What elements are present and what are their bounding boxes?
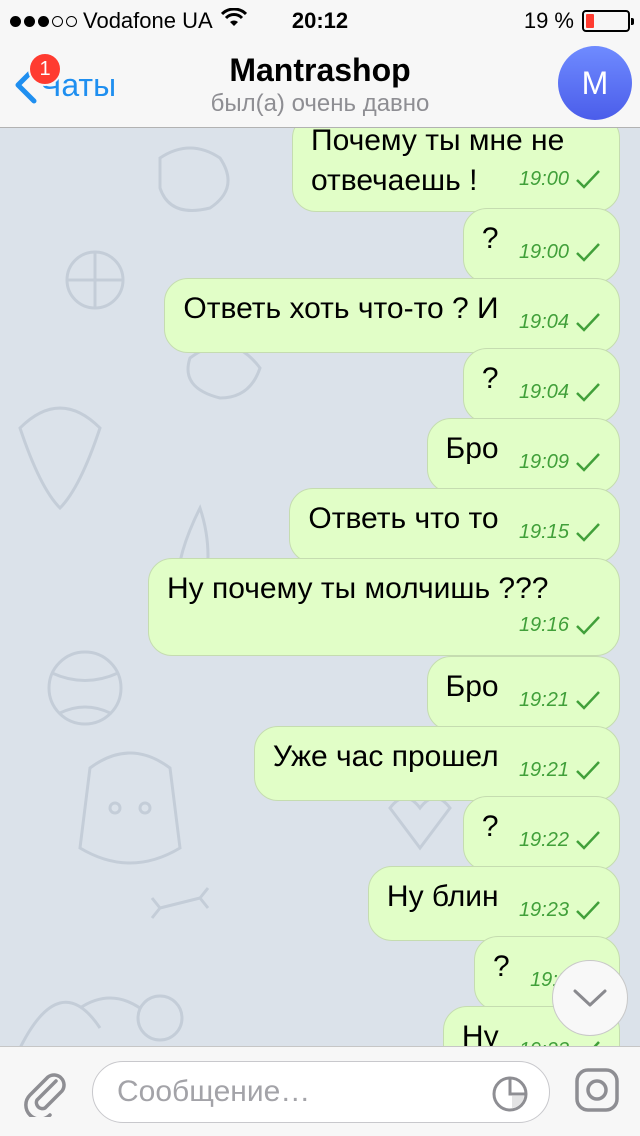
checkmark-icon [576,761,600,780]
message-bubble[interactable]: Бро 19:09 [426,418,620,493]
message-field[interactable] [92,1061,550,1123]
message-bubble[interactable]: Ответь хоть что-то ? И 19:04 [164,278,620,353]
message-text: Ответь что то [308,502,499,535]
message-meta: 19:00 [519,159,601,199]
message-text: ? [481,810,499,843]
message-meta: 19:04 [519,372,601,412]
message-meta: 19:21 [519,750,601,790]
message-time: 19:15 [518,521,569,543]
message-bubble[interactable]: Уже час прошел 19:21 [253,726,620,801]
message-time: 19:09 [518,451,569,473]
message-meta: 19:04 [519,302,601,342]
checkmark-icon [576,383,600,402]
message-meta: 19:23 [519,890,601,930]
last-seen-status: был(а) очень давно [210,90,430,117]
chat-history[interactable]: Почему ты мне не отвечаешь ! 19:00 ? 19:… [0,128,640,1046]
message-text: Бро [445,432,499,465]
message-time: 19:16 [518,614,569,636]
message-input-bar [0,1046,640,1136]
camera-button[interactable] [574,1067,620,1118]
status-bar: Vodafone UA 20:12 19 % [0,0,640,40]
message-time: 19:21 [518,689,569,711]
message-time: 19:21 [518,759,569,781]
message-text: Ну блин [386,880,499,913]
checkmark-icon [576,616,600,635]
message-text: ? [481,362,499,395]
checkmark-icon [576,170,600,189]
message-time: 19:22 [518,829,569,851]
message-text: ? [481,222,499,255]
message-input[interactable] [117,1062,477,1122]
message-meta: 19:21 [519,680,601,720]
chat-title: Mantrashop [229,52,411,88]
message-time: 19:00 [518,241,569,263]
message-meta: 19:15 [519,512,601,552]
battery-percent: 19 % [523,8,574,33]
message-text: Ответь хоть что-то ? И [183,292,499,325]
message-meta: 19:00 [519,232,601,272]
message-time: 19:23 [519,1030,569,1046]
avatar[interactable]: M [558,46,632,120]
message-bubble[interactable]: Бро 19:21 [426,656,620,731]
message-bubble[interactable]: Ну блин 19:23 [367,866,620,941]
camera-icon [575,1068,619,1112]
checkmark-icon [576,243,600,262]
attach-button[interactable] [22,1067,68,1122]
message-text: Ну почему ты молчишь ??? [167,572,549,605]
message-bubble[interactable]: Почему ты мне не отвечаешь ! 19:00 [292,128,620,212]
message-text: Почему ты мне не [311,128,565,157]
message-text: ? [493,950,510,983]
sticker-button[interactable] [491,1075,529,1118]
checkmark-icon [576,691,600,710]
message-bubble[interactable]: ? 19:04 [462,348,620,423]
message-meta: 19:09 [519,442,601,482]
paperclip-icon [24,1073,66,1121]
checkmark-icon [576,523,600,542]
battery-fill [586,14,594,28]
message-bubble[interactable]: Ну почему ты молчишь ??? 19:16 [148,558,620,656]
battery-icon [582,10,634,32]
chat-header: Чаты 1 Mantrashop был(а) очень давно M [0,40,640,128]
message-text: отвечаешь ! [311,164,478,197]
checkmark-icon [576,453,600,472]
status-right: 19 % [523,8,634,34]
message-bubble[interactable]: Ответь что то 19:15 [289,488,620,563]
checkmark-icon [576,831,600,850]
checkmark-icon [576,901,600,920]
message-time: 19:00 [518,168,569,190]
message-text: Уже час прошел [272,740,499,773]
scroll-down-button[interactable] [552,960,628,1036]
message-time: 19:04 [518,311,569,333]
message-meta: 19:22 [519,820,601,860]
message-bubble[interactable]: ? 19:00 [462,208,620,283]
message-text: Бро [445,670,499,703]
message-text: Ну [461,1020,499,1046]
checkmark-icon [576,313,600,332]
message-meta: 19:16 [167,605,601,645]
chevron-down-icon [573,989,607,1007]
message-time: 19:23 [518,899,569,921]
sticker-icon [492,1076,528,1112]
message-time: 19:04 [518,381,569,403]
message-bubble[interactable]: ? 19:22 [462,796,620,871]
